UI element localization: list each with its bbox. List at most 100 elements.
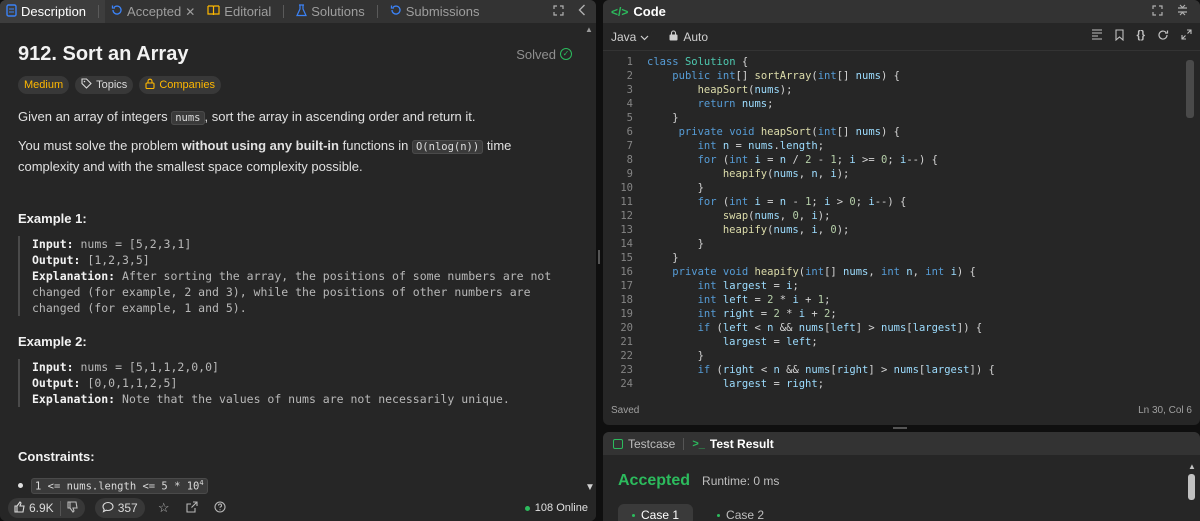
test-tab-bar: Testcase >_ Test Result bbox=[603, 432, 1200, 455]
difficulty-badge[interactable]: Medium bbox=[18, 76, 70, 94]
test-scrollbar[interactable]: ▲ bbox=[1187, 462, 1196, 521]
line-source: private void heapSort(int[] nums) { bbox=[678, 126, 900, 138]
tab-accepted[interactable]: Accepted ✕ bbox=[105, 0, 201, 23]
auto-mode[interactable]: Auto bbox=[669, 30, 708, 44]
tab-solutions[interactable]: Solutions bbox=[290, 0, 383, 23]
reset-icon[interactable] bbox=[1157, 29, 1169, 44]
code-line[interactable]: 4 return nums; bbox=[603, 97, 1200, 111]
line-source: int left = 2 * i + 1; bbox=[697, 294, 831, 306]
collapse-icon[interactable] bbox=[578, 4, 586, 19]
editor-status-bar: Saved Ln 30, Col 6 bbox=[603, 395, 1200, 425]
line-number: 14 bbox=[620, 238, 633, 250]
code-line[interactable]: 23 if (right < n && nums[right] > nums[l… bbox=[603, 363, 1200, 377]
format-icon[interactable] bbox=[1091, 29, 1103, 44]
share-icon[interactable] bbox=[183, 500, 201, 516]
expand-icon[interactable] bbox=[1181, 29, 1192, 44]
code-line[interactable]: 12 swap(nums, 0, i); bbox=[603, 209, 1200, 223]
test-result-label: Test Result bbox=[709, 436, 774, 451]
horizontal-splitter[interactable] bbox=[603, 425, 1200, 432]
tab-test-result[interactable]: >_ Test Result bbox=[692, 437, 773, 451]
code-line[interactable]: 5 } bbox=[603, 111, 1200, 125]
language-select[interactable]: Java bbox=[611, 30, 649, 44]
code-line[interactable]: 1 class Solution { bbox=[603, 55, 1200, 69]
problem-title: 912. Sort an Array bbox=[18, 42, 189, 65]
vertical-splitter[interactable] bbox=[596, 0, 603, 521]
line-number: 17 bbox=[620, 280, 633, 292]
code-panel: </> Code Java Auto {} 1 class Solution {… bbox=[603, 0, 1200, 425]
tab-editorial[interactable]: Editorial bbox=[201, 0, 290, 23]
code-line[interactable]: 11 for (int i = n - 1; i > 0; i--) { bbox=[603, 195, 1200, 209]
code-line[interactable]: 2 public int[] sortArray(int[] nums) { bbox=[603, 69, 1200, 83]
code-line[interactable]: 10 } bbox=[603, 181, 1200, 195]
like-button[interactable]: 6.9K bbox=[8, 500, 60, 516]
problem-description: 912. Sort an Array Solved ✓ Medium Topic… bbox=[0, 23, 582, 495]
code-line[interactable]: 14 } bbox=[603, 237, 1200, 251]
line-number: 20 bbox=[620, 322, 633, 334]
tab-description[interactable]: Description bbox=[0, 0, 106, 23]
scroll-down-icon[interactable]: ▼ bbox=[585, 482, 595, 493]
checkbox-icon bbox=[613, 438, 623, 449]
code-line[interactable]: 15 } bbox=[603, 251, 1200, 265]
topics-button[interactable]: Topics bbox=[75, 76, 134, 94]
line-number: 9 bbox=[626, 168, 633, 180]
code-line[interactable]: 18 int left = 2 * i + 1; bbox=[603, 293, 1200, 307]
code-line[interactable]: 17 int largest = i; bbox=[603, 279, 1200, 293]
result-status: Accepted bbox=[618, 472, 691, 489]
line-source: } bbox=[647, 182, 704, 194]
tab-testcase[interactable]: Testcase bbox=[613, 437, 675, 451]
scroll-thumb[interactable] bbox=[1188, 474, 1195, 500]
inline-code: O(nlog(n)) bbox=[411, 140, 484, 154]
maximize-icon[interactable] bbox=[1152, 4, 1163, 19]
close-icon[interactable]: ✕ bbox=[185, 5, 195, 19]
editor-scrollbar[interactable] bbox=[1186, 60, 1194, 118]
code-line[interactable]: 21 largest = left; bbox=[603, 335, 1200, 349]
tab-label: Description bbox=[21, 4, 87, 19]
line-number: 1 bbox=[626, 56, 633, 68]
code-line[interactable]: 19 int right = 2 * i + 2; bbox=[603, 307, 1200, 321]
line-number: 6 bbox=[626, 126, 633, 138]
code-line[interactable]: 13 heapify(nums, i, 0); bbox=[603, 223, 1200, 237]
code-panel-title: Code bbox=[633, 4, 666, 19]
code-line[interactable]: 3 heapSort(nums); bbox=[603, 83, 1200, 97]
code-line[interactable]: 7 int n = nums.length; bbox=[603, 139, 1200, 153]
minimize-icon[interactable] bbox=[1177, 4, 1188, 19]
companies-button[interactable]: Companies bbox=[139, 76, 221, 94]
case-label: Case 1 bbox=[641, 508, 680, 521]
code-line[interactable]: 20 if (left < n && nums[left] > nums[lar… bbox=[603, 321, 1200, 335]
code-line[interactable]: 16 private void heapify(int[] nums, int … bbox=[603, 265, 1200, 279]
chevron-down-icon bbox=[640, 30, 649, 44]
scroll-up-icon[interactable]: ▲ bbox=[585, 25, 593, 34]
line-source: heapify(nums, i, 0); bbox=[722, 224, 850, 236]
help-icon[interactable] bbox=[211, 500, 229, 516]
star-icon[interactable]: ☆ bbox=[155, 500, 173, 516]
left-scrollbar[interactable]: ▲ ▼ bbox=[584, 23, 595, 495]
line-number: 8 bbox=[626, 154, 633, 166]
solved-label: Solved bbox=[516, 46, 556, 62]
inline-code: nums bbox=[171, 111, 205, 125]
case-1-tab[interactable]: Case 1 bbox=[618, 504, 694, 521]
code-line[interactable]: 22 } bbox=[603, 349, 1200, 363]
maximize-icon[interactable] bbox=[553, 4, 564, 19]
code-line[interactable]: 24 largest = right; bbox=[603, 377, 1200, 390]
dislike-button[interactable] bbox=[59, 500, 85, 516]
line-source: for (int i = n / 2 - 1; i >= 0; i--) { bbox=[697, 154, 938, 166]
line-number: 7 bbox=[626, 140, 633, 152]
bookmark-icon[interactable] bbox=[1115, 29, 1124, 44]
online-dot bbox=[524, 505, 530, 511]
result-summary: Accepted Runtime: 0 ms bbox=[603, 472, 1200, 490]
braces-icon[interactable]: {} bbox=[1136, 29, 1145, 44]
example-2-title: Example 2: bbox=[18, 334, 87, 349]
code-editor[interactable]: 1 class Solution {2 public int[] sortArra… bbox=[603, 55, 1200, 390]
code-line[interactable]: 8 for (int i = n / 2 - 1; i >= 0; i--) { bbox=[603, 153, 1200, 167]
line-number: 4 bbox=[626, 98, 633, 110]
code-line[interactable]: 9 heapify(nums, n, i); bbox=[603, 167, 1200, 181]
left-panel-controls bbox=[553, 0, 586, 23]
case-2-tab[interactable]: Case 2 bbox=[703, 504, 778, 521]
comments-button[interactable]: 357 bbox=[94, 498, 145, 518]
code-line[interactable]: 6 private void heapSort(int[] nums) { bbox=[603, 125, 1200, 139]
scroll-up-icon[interactable]: ▲ bbox=[1188, 462, 1196, 471]
tab-submissions[interactable]: Submissions bbox=[384, 0, 486, 23]
line-number: 23 bbox=[620, 364, 633, 376]
code-tab-bar: </> Code bbox=[603, 0, 1200, 23]
line-source: int n = nums.length; bbox=[697, 140, 825, 152]
